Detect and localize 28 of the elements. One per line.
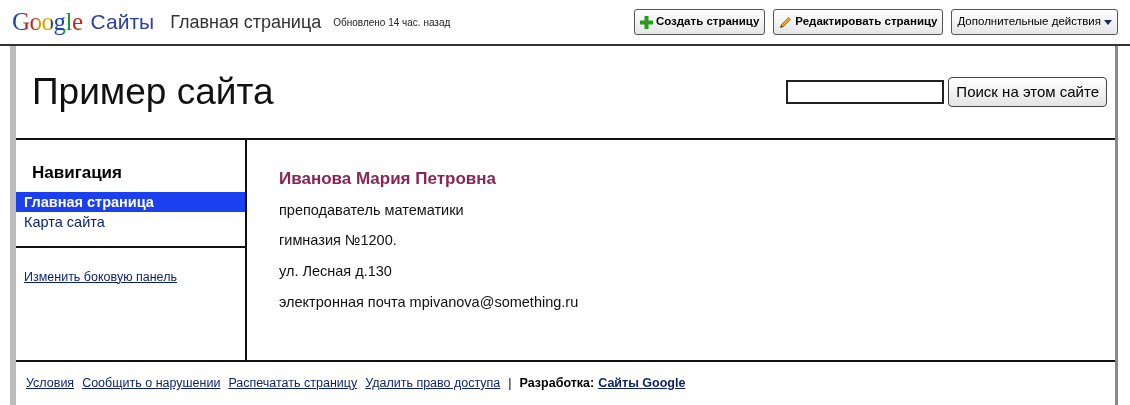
footer-link[interactable]: Условия — [26, 374, 75, 393]
person-name: Иванова Мария Петровна — [279, 168, 497, 190]
credit-label: Разработка: — [519, 375, 595, 392]
sidebar-heading: Навигация — [31, 162, 123, 184]
pencil-icon — [779, 15, 793, 29]
site-title: Пример сайта — [32, 70, 274, 115]
separator: | — [508, 375, 512, 392]
sidebar-item[interactable]: Главная страница — [16, 191, 245, 212]
page-title: Главная страница — [170, 10, 322, 34]
edit-sidebar-link[interactable]: Изменить боковую панель — [24, 267, 177, 287]
footer-link[interactable]: Удалить право доступа — [365, 374, 501, 393]
info-line: ул. Лесная д.130 — [279, 262, 393, 281]
caret-icon — [1104, 19, 1112, 25]
search-button[interactable]: Поиск на этом сайте — [948, 76, 1107, 108]
create-page-button[interactable]: Создать страницу — [633, 9, 766, 35]
footer-link[interactable]: Сообщить о нарушении — [82, 374, 221, 393]
info-line: преподаватель математики — [279, 200, 465, 220]
edit-page-button[interactable]: Редактировать страницу — [773, 9, 944, 35]
product-name: Сайты — [90, 9, 155, 36]
search-field[interactable] — [786, 80, 945, 104]
sidebar-item[interactable]: Карта сайта — [16, 211, 245, 232]
footer-link[interactable]: Распечатать страницу — [228, 374, 358, 393]
info-line: электронная почта mpivanova@something.ru — [279, 292, 580, 312]
info-line: гимназия №1200. — [279, 231, 398, 251]
plus-icon — [639, 15, 653, 29]
more-actions-button[interactable]: Дополнительные действия — [951, 9, 1118, 35]
credit-link[interactable]: Сайты Google — [598, 374, 686, 393]
updated-time: Обновлено 14 час. назад — [333, 15, 451, 30]
